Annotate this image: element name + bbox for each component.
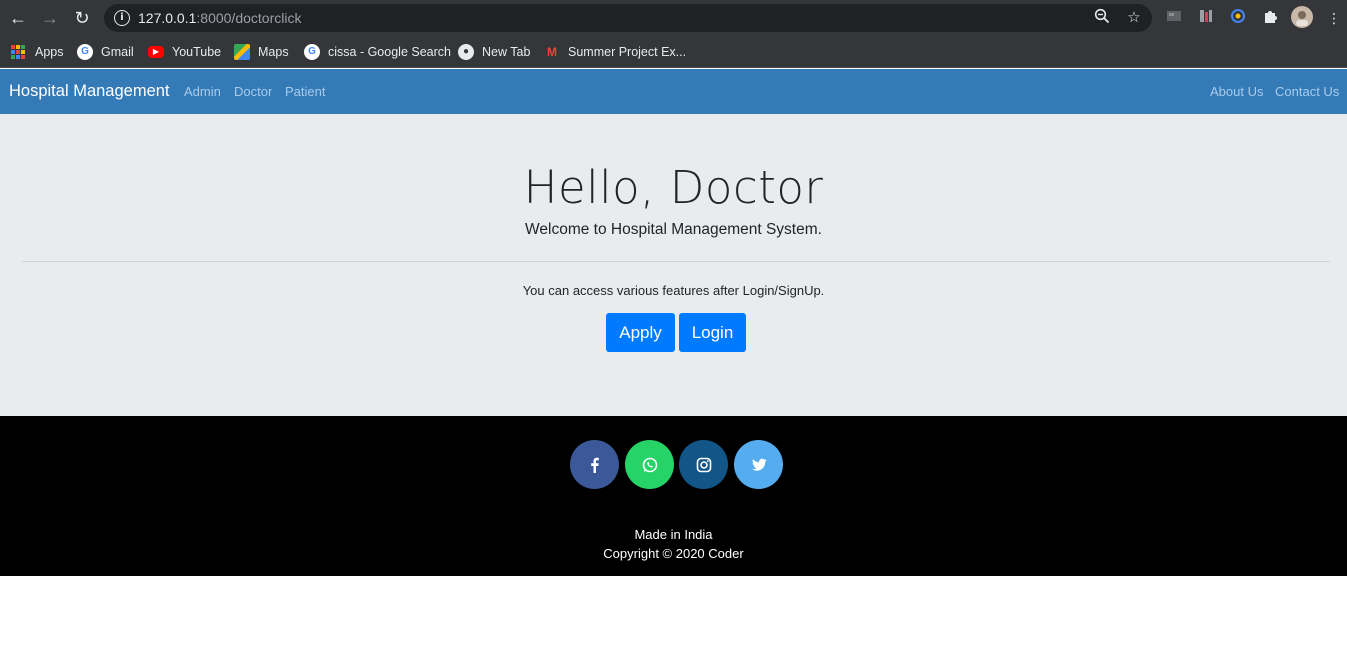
facebook-icon[interactable] bbox=[570, 440, 619, 489]
login-button[interactable]: Login bbox=[679, 313, 746, 352]
google-icon: G bbox=[304, 44, 320, 60]
nav-link-doctor[interactable]: Doctor bbox=[234, 84, 272, 100]
divider bbox=[22, 261, 1330, 262]
apps-grid-icon bbox=[11, 45, 25, 59]
zoom-icon[interactable] bbox=[1092, 8, 1112, 28]
nav-link-admin[interactable]: Admin bbox=[184, 84, 221, 100]
copyright-text: Copyright © 2020 Coder bbox=[603, 546, 744, 561]
navbar-brand[interactable]: Hospital Management bbox=[9, 81, 170, 101]
profile-avatar[interactable] bbox=[1291, 6, 1313, 28]
google-icon: G bbox=[77, 44, 93, 60]
twitter-icon[interactable] bbox=[734, 440, 783, 489]
bookmark-gmail[interactable]: G Gmail bbox=[77, 43, 134, 61]
url-text[interactable]: 127.0.0.1:8000/doctorclick bbox=[138, 10, 301, 26]
extension-1-icon[interactable] bbox=[1164, 8, 1184, 28]
page-title: Hello, Doctor bbox=[523, 161, 824, 214]
whatsapp-icon[interactable] bbox=[625, 440, 674, 489]
extensions-puzzle-icon[interactable] bbox=[1260, 8, 1280, 28]
address-bar[interactable]: i 127.0.0.1:8000/doctorclick ☆ bbox=[104, 4, 1152, 32]
menu-kebab-icon[interactable]: ⋮ bbox=[1324, 8, 1344, 28]
instagram-icon[interactable] bbox=[679, 440, 728, 489]
lead-text: Welcome to Hospital Management System. bbox=[525, 221, 822, 238]
bookmark-summer-project[interactable]: M Summer Project Ex... bbox=[544, 43, 686, 61]
apply-button[interactable]: Apply bbox=[606, 313, 675, 352]
access-note: You can access various features after Lo… bbox=[522, 283, 825, 298]
extension-2-icon[interactable] bbox=[1196, 8, 1216, 28]
made-in-text: Made in India bbox=[634, 527, 713, 542]
maps-icon bbox=[234, 44, 250, 60]
nav-link-about-us[interactable]: About Us bbox=[1210, 84, 1263, 100]
browser-toolbar: ← → ↻ i 127.0.0.1:8000/doctorclick ☆ ⋮ bbox=[0, 0, 1347, 36]
globe-icon: ● bbox=[458, 44, 474, 60]
site-info-icon[interactable]: i bbox=[114, 10, 130, 26]
bookmark-star-icon[interactable]: ☆ bbox=[1124, 8, 1144, 28]
bookmark-apps[interactable]: Apps bbox=[11, 43, 64, 61]
bookmark-maps[interactable]: Maps bbox=[234, 43, 289, 61]
back-arrow-icon[interactable]: ← bbox=[6, 6, 30, 30]
bookmarks-bar: Apps G Gmail ▶ YouTube Maps G cissa - Go… bbox=[0, 36, 1347, 68]
nav-link-patient[interactable]: Patient bbox=[285, 84, 325, 100]
bookmark-youtube[interactable]: ▶ YouTube bbox=[148, 43, 221, 61]
bookmark-new-tab[interactable]: ● New Tab bbox=[458, 43, 530, 61]
gmail-icon: M bbox=[547, 45, 557, 59]
footer: Made in India Copyright © 2020 Coder bbox=[0, 416, 1347, 576]
reload-icon[interactable]: ↻ bbox=[70, 6, 94, 30]
bookmark-cissa-search[interactable]: G cissa - Google Search bbox=[304, 43, 451, 61]
jumbotron: Hello, Doctor Welcome to Hospital Manage… bbox=[0, 114, 1347, 416]
forward-arrow-icon[interactable]: → bbox=[38, 6, 62, 30]
site-navbar: Hospital Management Admin Doctor Patient… bbox=[0, 69, 1347, 114]
nav-link-contact-us[interactable]: Contact Us bbox=[1275, 84, 1339, 100]
extension-3-icon[interactable] bbox=[1228, 8, 1248, 28]
youtube-icon: ▶ bbox=[148, 46, 164, 58]
